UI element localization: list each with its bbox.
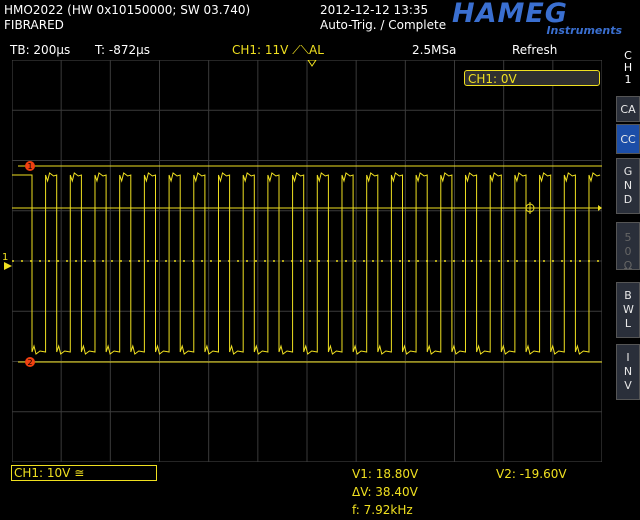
trigger-status: Auto-Trig. / Complete (320, 18, 447, 32)
ch1-offset-label[interactable]: CH1: 0V (464, 70, 600, 86)
delta-v-value: ΔV: 38.40V (352, 485, 418, 499)
side-channel-1: 1 (624, 73, 632, 86)
datetime: 2012-12-12 13:35 (320, 3, 429, 17)
bandwidth-limit-button[interactable]: BWL (616, 282, 640, 338)
cursor2-marker-label: 2 (27, 358, 32, 367)
model-info: HMO2022 (HW 0x10150000; SW 03.740) (4, 3, 251, 17)
impedance-50-button[interactable]: 50Ω (616, 222, 640, 272)
waveform-display[interactable]: 1 2 (12, 60, 602, 462)
cursor-v2-value: V2: -19.60V (496, 467, 567, 481)
coupling-ac-button[interactable]: CA (616, 96, 640, 122)
channel-trigger[interactable]: CH1: 11V ⟋⟍AL (232, 42, 324, 58)
timebase[interactable]: TB: 200µs (10, 42, 70, 58)
hameg-logo: HAMEG Instruments (452, 0, 632, 40)
frequency-value: f: 7.92kHz (352, 503, 413, 517)
time-offset[interactable]: T: -872µs (95, 42, 150, 58)
waveform-label: FIBRARED (4, 18, 64, 32)
side-channel-label: C H 1 (616, 50, 640, 86)
logo-subtext: Instruments (546, 24, 622, 37)
cursor1-marker-label: 1 (27, 162, 32, 171)
invert-button[interactable]: INV (616, 344, 640, 400)
coupling-gnd-button[interactable]: GND (616, 158, 640, 214)
ground-arrow-icon (4, 262, 12, 270)
status-bar: TB: 200µs T: -872µs CH1: 11V ⟋⟍AL 2.5MSa… (0, 42, 612, 58)
cursor-v1-value: V1: 18.80V (352, 467, 419, 481)
ch1-scale-box[interactable]: CH1: 10V ≅ (11, 465, 157, 481)
acquisition-mode[interactable]: Refresh (512, 42, 557, 58)
coupling-dc-button[interactable]: CC (616, 124, 640, 154)
sample-rate: 2.5MSa (412, 43, 457, 57)
